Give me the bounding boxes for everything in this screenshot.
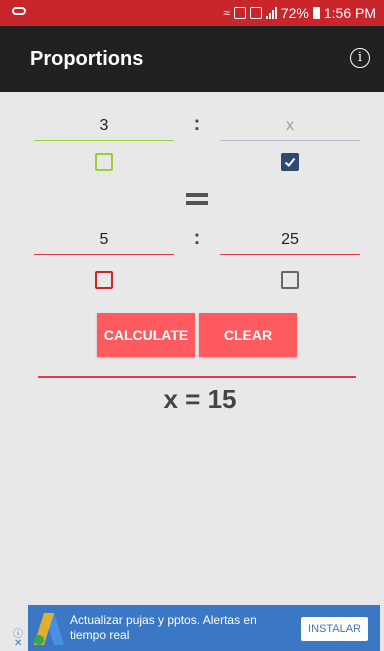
ad-side: ⓘ ✕ <box>12 605 28 651</box>
result-text: x = 15 <box>163 384 237 414</box>
info-icon[interactable]: i <box>350 48 370 68</box>
value-b-input[interactable] <box>34 225 174 254</box>
ad-close-icon[interactable]: ✕ <box>14 638 22 649</box>
divider <box>38 376 356 378</box>
value-a-field[interactable] <box>34 111 174 141</box>
checkbox-a[interactable] <box>95 153 113 171</box>
install-button[interactable]: INSTALAR <box>301 617 368 641</box>
voicemail-icon <box>12 7 26 15</box>
checkbox-b[interactable] <box>95 271 113 289</box>
clear-button[interactable]: CLEAR <box>199 313 297 357</box>
status-bar: ≈ 72% 1:56 PM <box>0 0 384 26</box>
check-icon <box>284 157 296 167</box>
signal-icon <box>265 7 277 19</box>
ad-banner[interactable]: ⓘ ✕ Actualizar pujas y pptos. Alertas en… <box>12 605 380 651</box>
data-icon <box>249 7 262 19</box>
value-c-field[interactable] <box>220 225 360 255</box>
value-b-field[interactable] <box>34 225 174 255</box>
wifi-icon: ≈ <box>223 6 230 20</box>
value-c-input[interactable] <box>220 225 360 254</box>
ratio-separator: : <box>193 227 201 249</box>
app-title: Proportions <box>30 48 144 70</box>
ratio-separator: : <box>193 113 201 135</box>
app-bar: Proportions i <box>0 26 384 92</box>
equals-icon <box>186 193 208 209</box>
clock: 1:56 PM <box>323 5 376 21</box>
status-icons: ≈ 72% 1:56 PM <box>223 4 376 22</box>
ads-logo-icon <box>34 613 64 645</box>
value-a-input[interactable] <box>34 111 174 140</box>
ad-text: Actualizar pujas y pptos. Alertas en tie… <box>70 613 257 642</box>
value-x-input[interactable] <box>220 111 360 140</box>
value-x-field[interactable] <box>220 111 360 141</box>
battery-icon <box>312 7 320 19</box>
checkbox-x[interactable] <box>281 153 299 171</box>
checkbox-c[interactable] <box>281 271 299 289</box>
battery-percent: 72% <box>280 5 309 21</box>
sim-icon <box>233 7 246 19</box>
calculate-button[interactable]: CALCULATE <box>97 313 195 357</box>
